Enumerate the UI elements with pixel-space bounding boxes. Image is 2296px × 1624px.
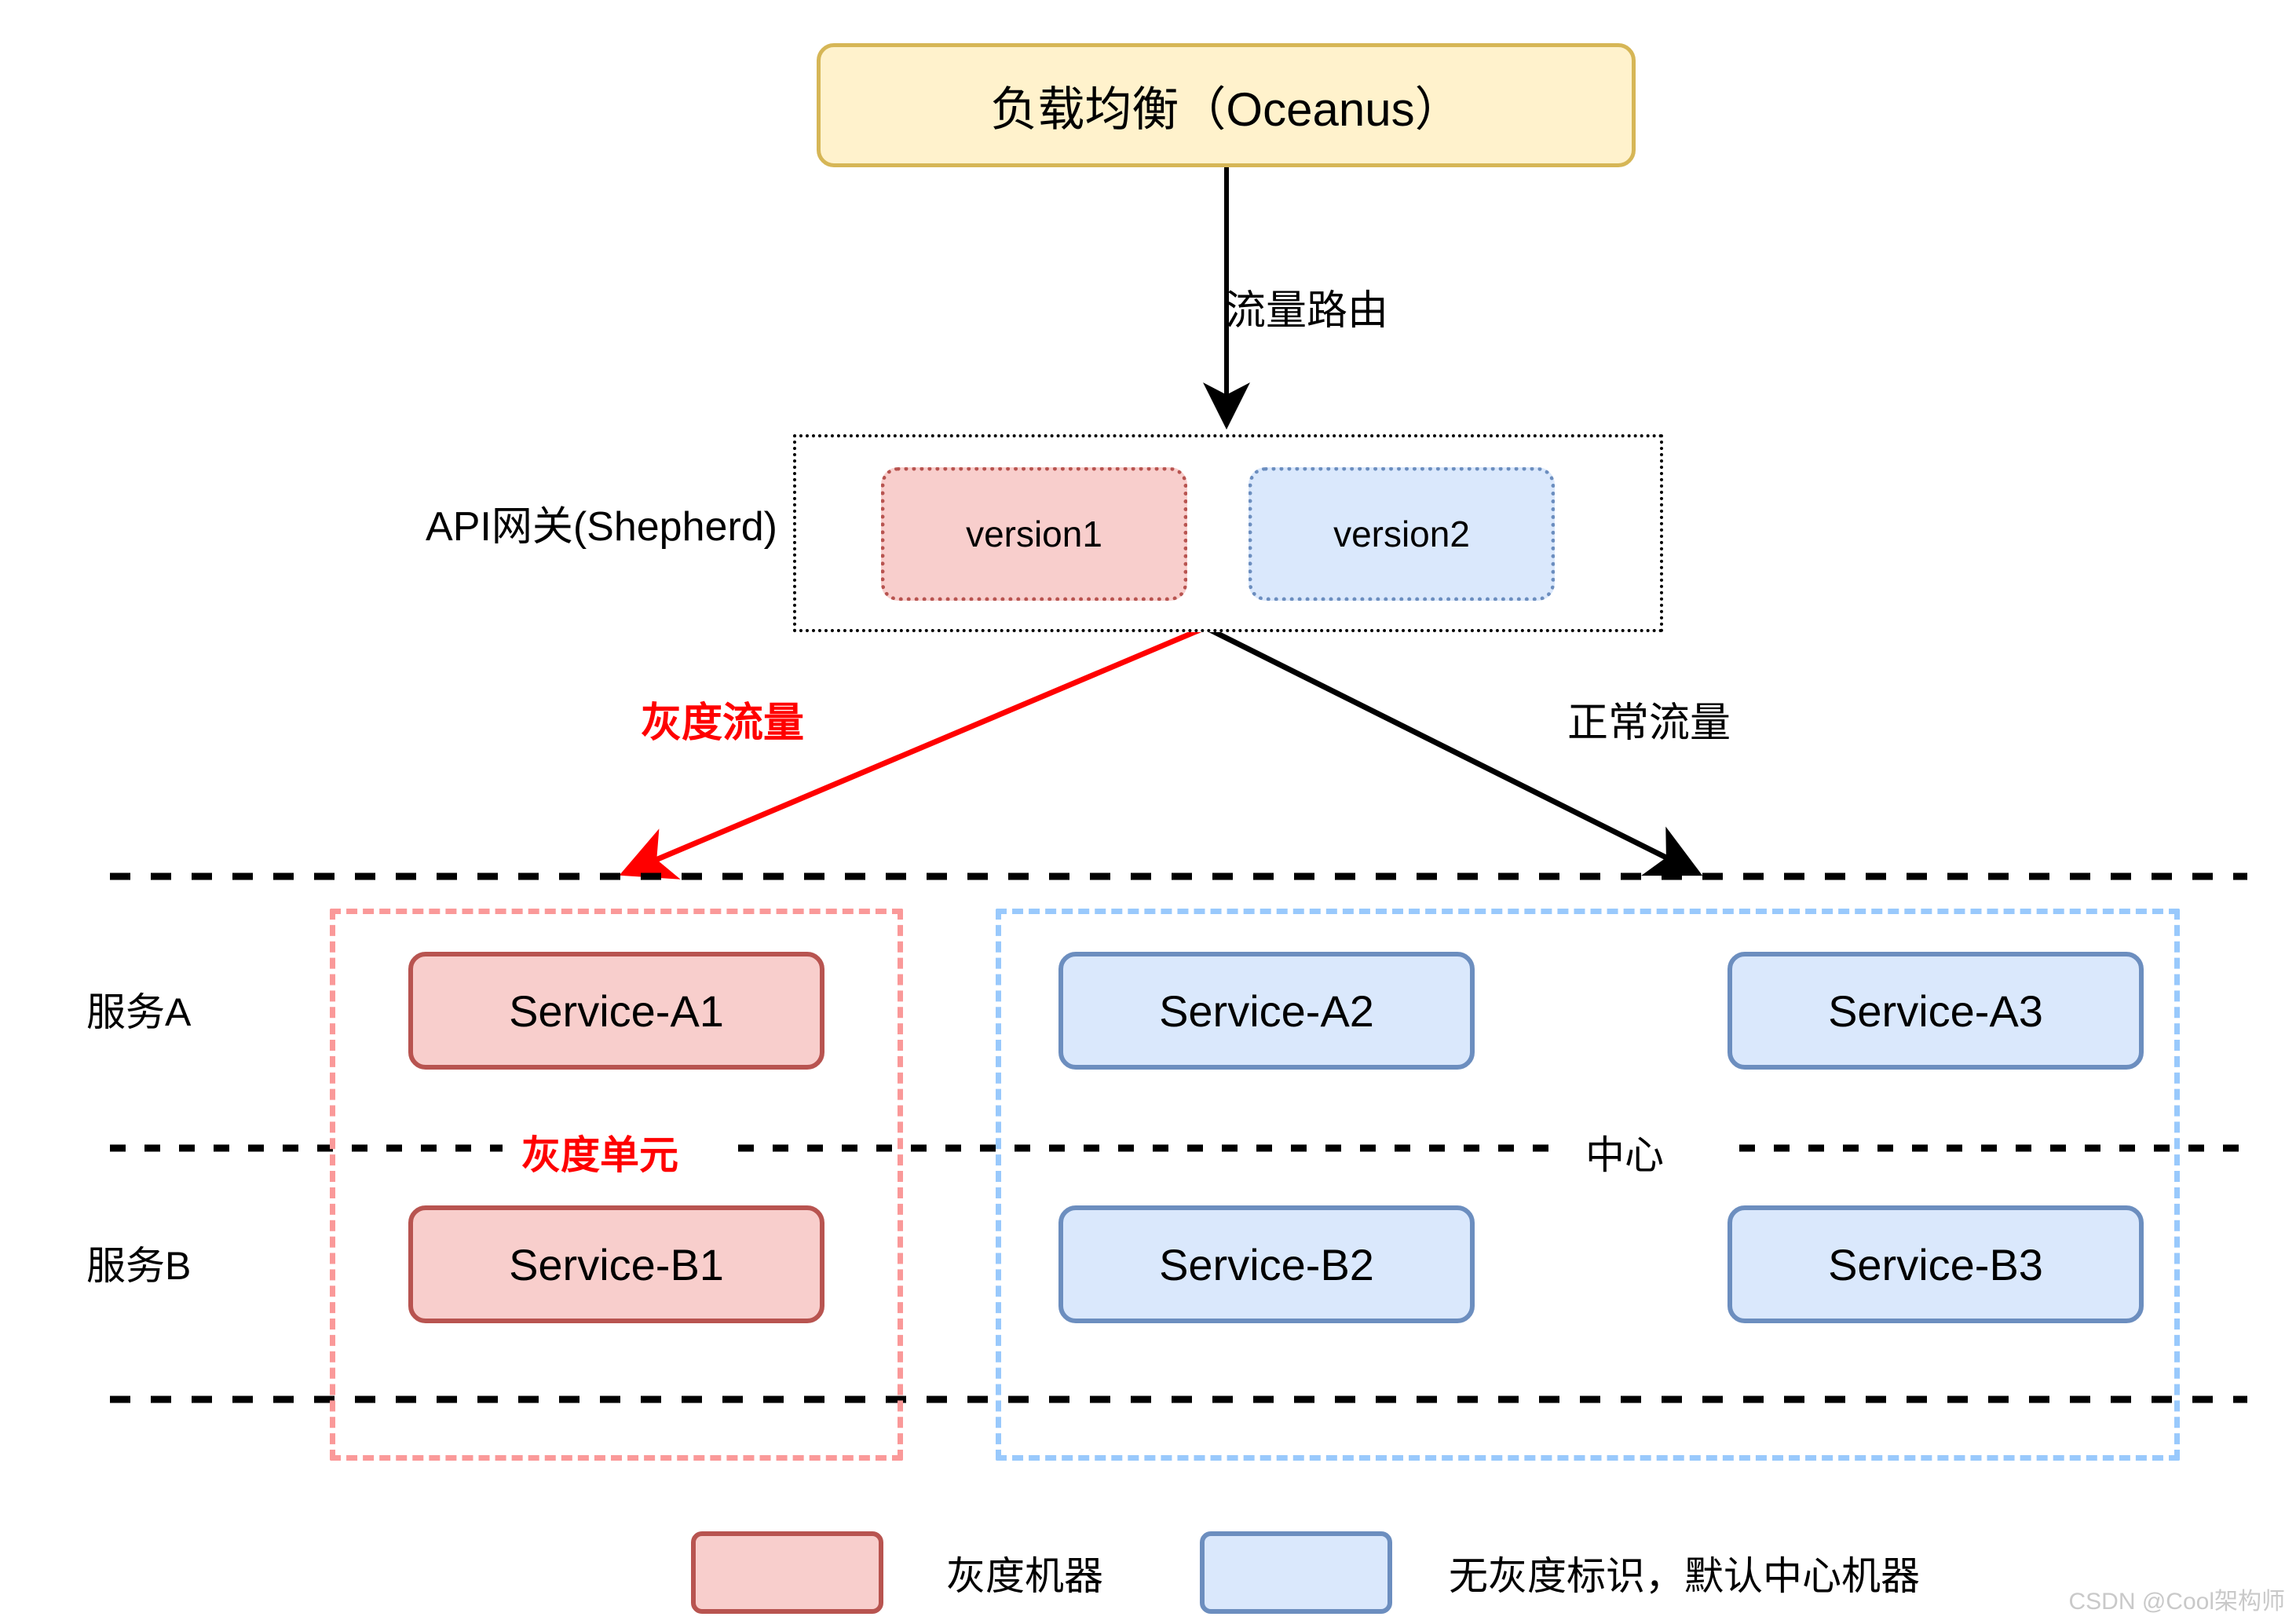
service-node-b1[interactable]: Service-B1	[408, 1205, 824, 1323]
gateway-version1-label: version1	[966, 514, 1102, 554]
center-unit-label-text: 中心	[1585, 1133, 1664, 1177]
edge-label-normal-traffic-text: 正常流量	[1567, 700, 1731, 746]
legend-label-center-machine-text: 无灰度标识，默认中心机器	[1449, 1554, 1920, 1598]
edge-normal-traffic	[1205, 625, 1703, 876]
gateway-version2-node[interactable]: version2	[1249, 467, 1555, 601]
edge-label-gray-traffic-text: 灰度流量	[640, 700, 804, 746]
diagram-canvas: 负载均衡（Oceanus） 流量路由 API网关(Shepherd) versi…	[0, 0, 2296, 1624]
legend-swatch-center-machine	[1200, 1531, 1392, 1614]
service-node-a1[interactable]: Service-A1	[408, 952, 824, 1070]
service-node-a1-label: Service-A1	[509, 986, 724, 1036]
gray-unit-label: 灰度单元	[510, 1125, 689, 1180]
service-node-b2-label: Service-B2	[1159, 1239, 1374, 1289]
row-label-service-a-text: 服务A	[86, 990, 192, 1034]
gateway-version2-label: version2	[1333, 514, 1470, 554]
api-gateway-label: API网关(Shepherd)	[369, 495, 777, 550]
service-node-a3-label: Service-A3	[1828, 986, 2043, 1036]
service-node-b3[interactable]: Service-B3	[1727, 1205, 2144, 1323]
center-unit-label: 中心	[1574, 1125, 1675, 1180]
legend-label-gray-machine-text: 灰度机器	[946, 1554, 1103, 1598]
api-gateway-label-text: API网关(Shepherd)	[426, 503, 777, 550]
edge-label-traffic-route: 流量路由	[1225, 279, 1508, 334]
edge-label-traffic-route-text: 流量路由	[1225, 287, 1389, 334]
watermark: CSDN @Cool架构师	[2068, 1589, 2286, 1615]
edge-label-gray-traffic: 灰度流量	[597, 691, 848, 746]
load-balancer-label: 负载均衡（Oceanus）	[990, 82, 1462, 136]
legend-swatch-gray-machine	[691, 1531, 883, 1614]
row-label-service-b: 服务B	[86, 1235, 283, 1290]
edge-gray-traffic	[619, 625, 1205, 880]
load-balancer-node[interactable]: 负载均衡（Oceanus）	[817, 43, 1636, 167]
service-node-b1-label: Service-B1	[509, 1239, 724, 1289]
service-node-b2[interactable]: Service-B2	[1058, 1205, 1475, 1323]
row-label-service-a: 服务A	[86, 982, 283, 1037]
service-node-a3[interactable]: Service-A3	[1727, 952, 2144, 1070]
service-node-b3-label: Service-B3	[1828, 1239, 2043, 1289]
service-node-a2-label: Service-A2	[1159, 986, 1374, 1036]
legend-label-gray-machine: 灰度机器	[946, 1545, 1182, 1600]
gateway-version1-node[interactable]: version1	[881, 467, 1187, 601]
service-node-a2[interactable]: Service-A2	[1058, 952, 1475, 1070]
gray-unit-label-text: 灰度单元	[521, 1133, 678, 1177]
legend-label-center-machine: 无灰度标识，默认中心机器	[1449, 1545, 1998, 1600]
edge-label-normal-traffic: 正常流量	[1523, 691, 1775, 746]
row-label-service-b-text: 服务B	[86, 1244, 192, 1288]
